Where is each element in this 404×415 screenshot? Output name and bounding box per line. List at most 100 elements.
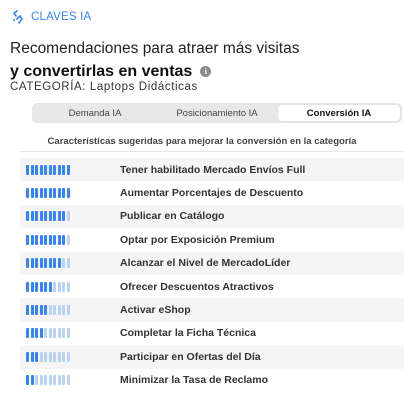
meter-segment-filled [26, 211, 29, 222]
meter-segment-empty [35, 375, 38, 386]
meter-segment-empty [66, 234, 70, 245]
meter-segment-filled [39, 281, 43, 292]
meter-segment-empty [57, 328, 61, 339]
meter-segment-filled [53, 258, 56, 269]
meter-segment-filled [62, 188, 65, 199]
recommendation-label: Tener habilitado Mercado Envíos Full [120, 163, 306, 176]
meter-segment-filled [62, 234, 65, 245]
meter-segment-empty [66, 281, 70, 292]
meter-segment-filled [44, 211, 47, 222]
meter-segment-filled [35, 328, 38, 339]
meter-segment-filled [26, 305, 29, 316]
recommendation-list: Tener habilitado Mercado Envíos Full Aume… [20, 158, 404, 392]
tab-conversion[interactable]: Conversión IA [278, 105, 400, 121]
meter-segment-filled [26, 328, 29, 339]
brand-label: CLAVES IA [31, 11, 92, 23]
meter-segment-filled [30, 351, 34, 362]
tab-bar: Demanda IA Posicionamiento IA Conversión… [32, 103, 402, 123]
section-subtitle: Características sugeridas para mejorar l… [47, 136, 357, 147]
meter-segment-filled [30, 188, 34, 199]
meter-segment-empty [44, 351, 47, 362]
meter-segment-filled [35, 188, 38, 199]
meter-segment-filled [26, 164, 29, 175]
recommendation-row: Minimizar la Tasa de Reclamo [20, 369, 404, 392]
importance-meter [20, 375, 120, 386]
meter-segment-filled [39, 234, 43, 245]
meter-segment-filled [62, 211, 65, 222]
meter-segment-empty [53, 305, 56, 316]
meter-segment-empty [44, 375, 47, 386]
tab-posicionamiento[interactable]: Posicionamiento IA [156, 105, 278, 121]
meter-segment-filled [66, 188, 70, 199]
meter-segment-empty [66, 351, 70, 362]
meter-segment-filled [35, 211, 38, 222]
meter-segment-empty [57, 351, 61, 362]
meter-segment-filled [53, 234, 56, 245]
importance-meter [20, 234, 120, 245]
meter-segment-empty [48, 375, 52, 386]
meter-segment-empty [62, 375, 65, 386]
importance-meter [20, 305, 120, 316]
meter-segment-filled [44, 258, 47, 269]
meter-segment-filled [30, 305, 34, 316]
meter-segment-empty [62, 281, 65, 292]
meter-segment-filled [26, 258, 29, 269]
category-value: Laptops Didácticas [89, 81, 198, 93]
meter-segment-filled [48, 281, 52, 292]
meter-segment-filled [26, 351, 29, 362]
category-prefix: CATEGORÍA: [10, 81, 87, 93]
meter-segment-filled [39, 188, 43, 199]
recommendation-row: Publicar en Catálogo [20, 204, 404, 229]
meter-segment-empty [66, 375, 70, 386]
meter-segment-filled [35, 281, 38, 292]
importance-meter [20, 164, 120, 175]
meter-segment-empty [66, 211, 70, 222]
recommendation-row: Ofrecer Descuentos Atractivos [20, 275, 404, 298]
title-line-2: y convertirlas en ventas [10, 63, 193, 80]
meter-segment-filled [30, 281, 34, 292]
meter-segment-filled [26, 234, 29, 245]
meter-segment-filled [44, 281, 47, 292]
meter-segment-empty [39, 351, 43, 362]
meter-segment-filled [44, 164, 47, 175]
recommendation-row: Tener habilitado Mercado Envíos Full [20, 158, 404, 182]
meter-segment-empty [48, 328, 52, 339]
meter-segment-filled [35, 164, 38, 175]
meter-segment-empty [53, 281, 56, 292]
meter-segment-filled [44, 234, 47, 245]
recommendation-label: Activar eShop [120, 304, 191, 317]
meter-segment-filled [57, 164, 61, 175]
meter-segment-filled [39, 164, 43, 175]
meter-segment-empty [66, 258, 70, 269]
meter-segment-filled [30, 375, 34, 386]
meter-segment-filled [30, 258, 34, 269]
meter-segment-filled [39, 211, 43, 222]
meter-segment-filled [53, 164, 56, 175]
meter-segment-filled [39, 305, 43, 316]
meter-segment-empty [66, 305, 70, 316]
importance-meter [20, 211, 120, 222]
importance-meter [20, 188, 120, 199]
meter-segment-empty [62, 305, 65, 316]
meter-segment-filled [44, 188, 47, 199]
recommendation-label: Optar por Exposición Premium [120, 233, 275, 246]
meter-segment-filled [57, 211, 61, 222]
title-line-2-row: y convertirlas en ventas i [10, 60, 390, 83]
recommendation-label: Alcanzar el Nivel de MercadoLíder [120, 257, 291, 270]
recommendation-label: Aumentar Porcentajes de Descuento [120, 187, 304, 200]
importance-meter [20, 351, 120, 362]
meter-segment-filled [30, 328, 34, 339]
tab-demanda[interactable]: Demanda IA [34, 105, 156, 121]
meter-segment-filled [39, 258, 43, 269]
meter-segment-filled [62, 164, 65, 175]
recommendation-label: Participar en Ofertas del Día [120, 350, 261, 363]
recommendation-row: Activar eShop [20, 298, 404, 322]
meter-segment-filled [35, 305, 38, 316]
meter-segment-empty [48, 351, 52, 362]
meter-segment-filled [26, 188, 29, 199]
meter-segment-filled [53, 211, 56, 222]
meter-segment-filled [30, 164, 34, 175]
meter-segment-filled [44, 305, 47, 316]
info-icon[interactable]: i [200, 66, 212, 77]
recommendation-row: Aumentar Porcentajes de Descuento [20, 181, 404, 204]
